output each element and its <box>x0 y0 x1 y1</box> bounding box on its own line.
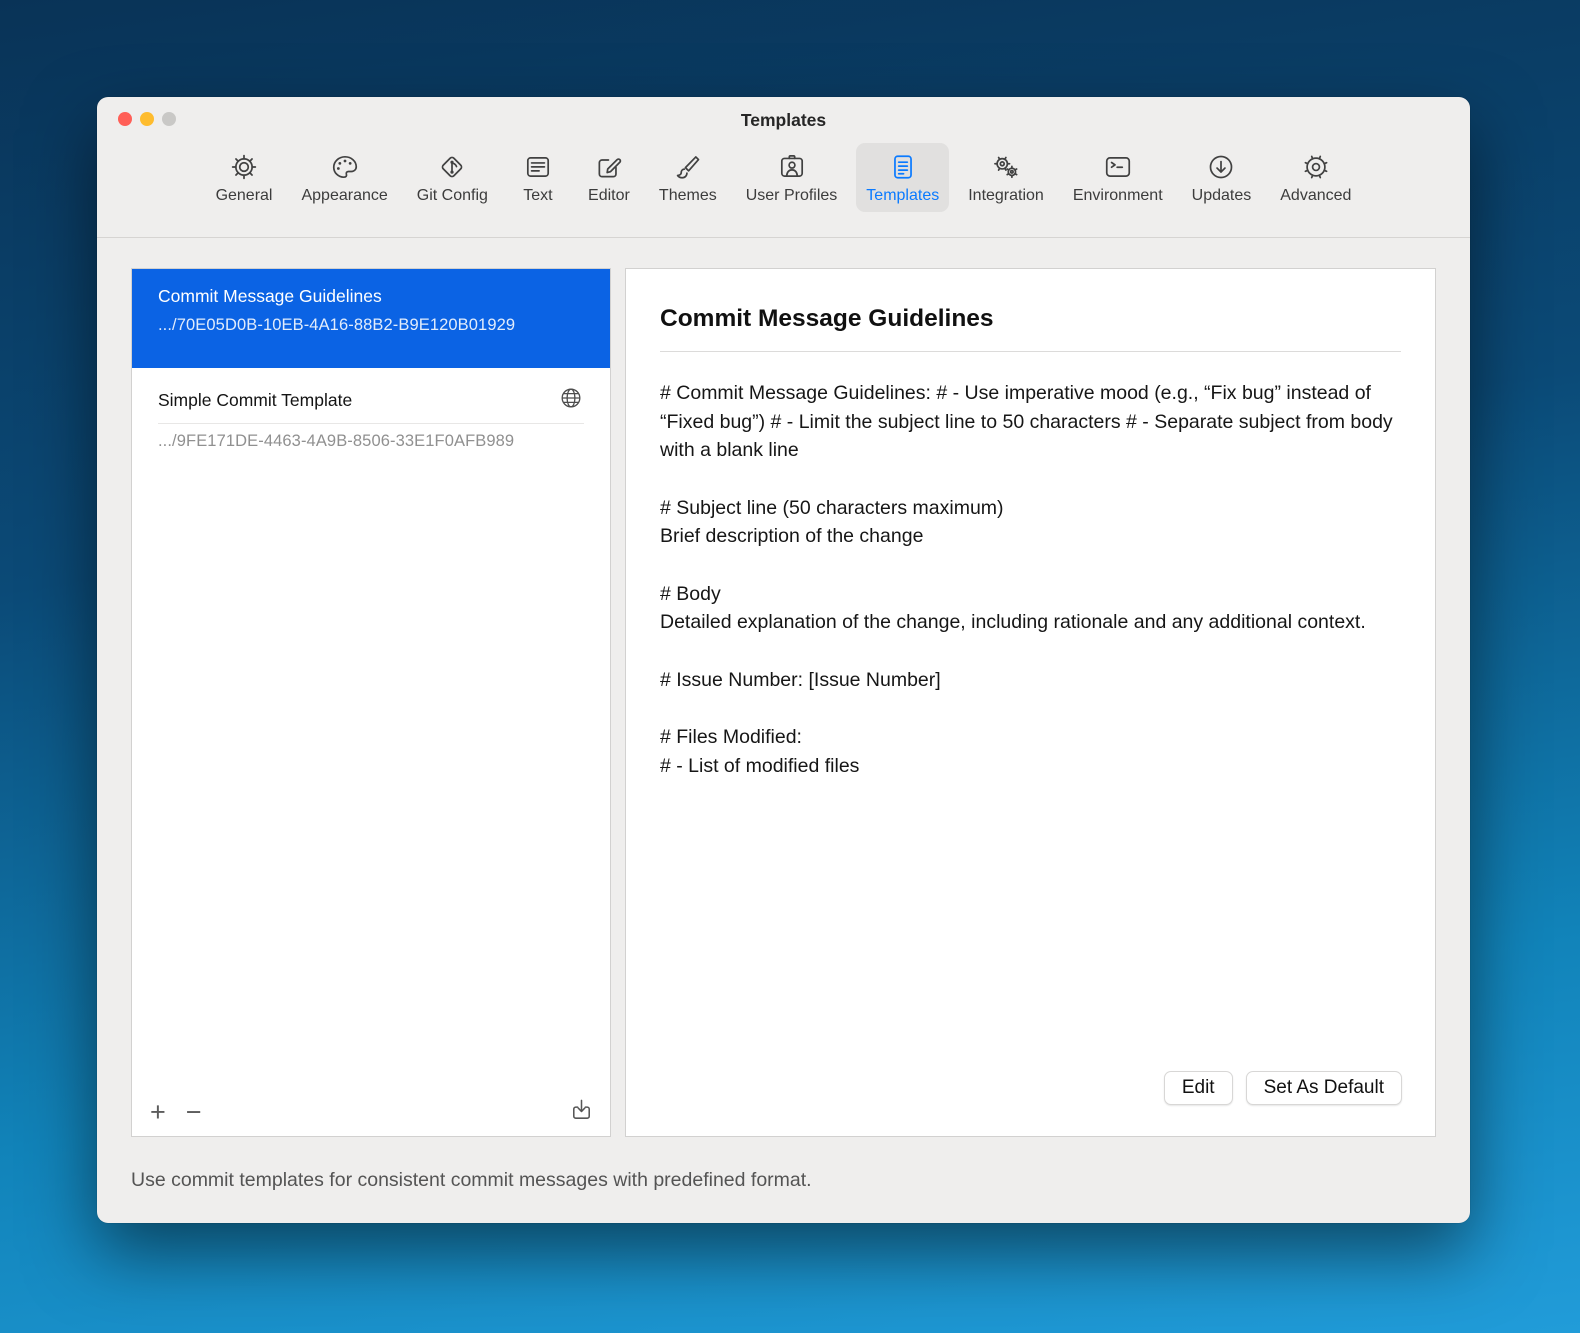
add-template-button[interactable]: + <box>150 1102 166 1122</box>
template-body-paragraph: # Commit Message Guidelines: # - Use imp… <box>660 379 1401 465</box>
footer-hint-text: Use commit templates for consistent comm… <box>131 1169 812 1192</box>
toolbar-item-label: Editor <box>588 187 630 205</box>
minimize-window-button[interactable] <box>140 112 154 126</box>
window-title: Templates <box>97 97 1470 131</box>
toolbar-item-label: Templates <box>866 187 939 205</box>
import-template-icon[interactable] <box>568 1096 595 1128</box>
window-titlebar: Templates <box>97 97 1470 141</box>
edit-button[interactable]: Edit <box>1164 1071 1233 1105</box>
toolbar-item-label: Themes <box>659 187 717 205</box>
template-list-item-commit-message-guidelines[interactable]: Commit Message Guidelines .../70E05D0B-1… <box>132 269 610 368</box>
set-as-default-button[interactable]: Set As Default <box>1246 1071 1402 1105</box>
download-circle-icon <box>1206 150 1236 184</box>
toolbar-item-text[interactable]: Text <box>507 143 569 212</box>
template-list: Commit Message Guidelines .../70E05D0B-1… <box>132 269 610 1094</box>
toolbar-item-advanced[interactable]: Advanced <box>1270 143 1361 212</box>
template-name: Simple Commit Template <box>158 390 352 411</box>
template-list-item-simple-commit-template[interactable]: Simple Commit Template .../9FE171DE-4463… <box>132 368 610 466</box>
toolbar-item-templates[interactable]: Templates <box>856 143 949 212</box>
toolbar-item-integration[interactable]: Integration <box>958 143 1054 212</box>
preferences-window: Templates General <box>97 97 1470 1223</box>
profile-card-icon <box>777 150 807 184</box>
toolbar-item-appearance[interactable]: Appearance <box>291 143 397 212</box>
template-path: .../70E05D0B-10EB-4A16-88B2-B9E120B01929 <box>158 316 584 335</box>
pencil-square-icon <box>594 150 624 184</box>
template-list-toolbar: + − <box>132 1094 610 1136</box>
toolbar-item-git-config[interactable]: Git Config <box>407 143 498 212</box>
toolbar-item-label: Updates <box>1192 187 1252 205</box>
detail-button-row: Edit Set As Default <box>1164 1071 1402 1105</box>
toolbar-item-user-profiles[interactable]: User Profiles <box>736 143 848 212</box>
detail-divider <box>660 351 1401 352</box>
toolbar-item-updates[interactable]: Updates <box>1182 143 1262 212</box>
toolbar-item-themes[interactable]: Themes <box>649 143 727 212</box>
palette-icon <box>330 150 360 184</box>
paintbrush-icon <box>673 150 703 184</box>
template-detail-title: Commit Message Guidelines <box>660 305 1401 333</box>
toolbar-divider <box>97 237 1470 238</box>
toolbar-item-label: Text <box>523 187 552 205</box>
template-name: Commit Message Guidelines <box>158 286 584 307</box>
template-body-paragraph: # Issue Number: [Issue Number] <box>660 666 1401 695</box>
toolbar-item-label: Git Config <box>417 187 488 205</box>
template-body-paragraph: # Files Modified: # - List of modified f… <box>660 723 1401 780</box>
template-detail-panel: Commit Message Guidelines # Commit Messa… <box>625 268 1436 1137</box>
double-gear-icon <box>991 150 1021 184</box>
row-divider <box>158 423 584 424</box>
text-lines-icon <box>523 150 553 184</box>
template-body-paragraph: # Body Detailed explanation of the chang… <box>660 580 1401 637</box>
toolbar-item-label: User Profiles <box>746 187 838 205</box>
gear-icon <box>229 150 259 184</box>
preferences-toolbar: General Appearance Git Co <box>97 143 1470 235</box>
remove-template-button[interactable]: − <box>186 1102 202 1122</box>
git-diamond-icon <box>437 150 467 184</box>
toolbar-item-environment[interactable]: Environment <box>1063 143 1173 212</box>
advanced-gear-icon <box>1301 150 1331 184</box>
terminal-icon <box>1103 150 1133 184</box>
window-controls <box>118 112 176 126</box>
toolbar-item-label: Environment <box>1073 187 1163 205</box>
toolbar-item-label: Appearance <box>301 187 387 205</box>
template-list-panel: Commit Message Guidelines .../70E05D0B-1… <box>131 268 611 1137</box>
toolbar-item-label: Integration <box>968 187 1044 205</box>
toolbar-item-general[interactable]: General <box>206 143 283 212</box>
toolbar-item-editor[interactable]: Editor <box>578 143 640 212</box>
template-body-paragraph: # Subject line (50 characters maximum) B… <box>660 494 1401 551</box>
zoom-window-button[interactable] <box>162 112 176 126</box>
globe-icon <box>558 385 584 416</box>
close-window-button[interactable] <box>118 112 132 126</box>
toolbar-item-label: General <box>216 187 273 205</box>
template-path: .../9FE171DE-4463-4A9B-8506-33E1F0AFB989 <box>158 432 584 451</box>
document-lines-icon <box>888 150 918 184</box>
toolbar-item-label: Advanced <box>1280 187 1351 205</box>
